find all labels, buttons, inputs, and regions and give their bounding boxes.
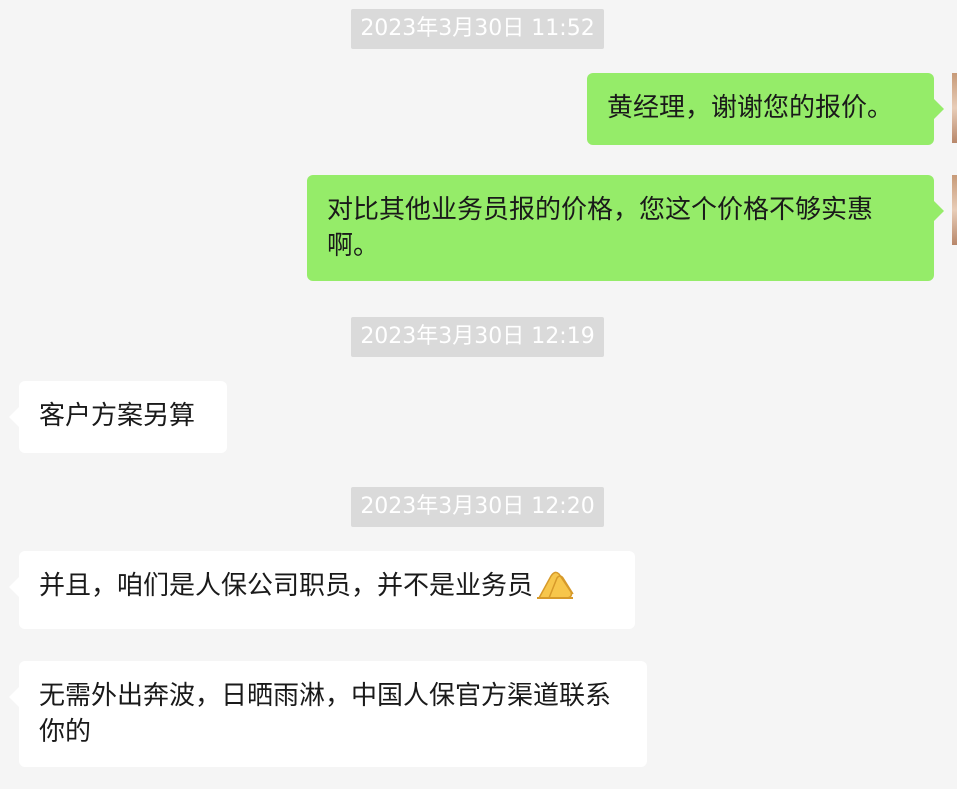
message-bubble-incoming[interactable]: 客户方案另算 [9, 381, 227, 453]
message-text: 无需外出奔波，日晒雨淋，中国人保官方渠道联系你的 [39, 681, 612, 747]
message-bubble-incoming[interactable]: 无需外出奔波，日晒雨淋，中国人保官方渠道联系你的 [9, 661, 647, 767]
message-bubble-incoming[interactable]: 并且，咱们是人保公司职员，并不是业务员 [9, 551, 635, 629]
message-text: 黄经理，谢谢您的报价。 [607, 93, 894, 123]
timestamp: 2023年3月30日 12:20 [351, 487, 604, 527]
avatar[interactable] [952, 73, 957, 143]
avatar[interactable] [952, 175, 957, 245]
message-text: 并且，咱们是人保公司职员，并不是业务员 [39, 571, 534, 601]
message-text: 客户方案另算 [39, 401, 196, 431]
timestamp: 2023年3月30日 11:52 [351, 9, 604, 49]
message-text: 对比其他业务员报的价格，您这个价格不够实惠啊。 [327, 195, 874, 261]
message-bubble-outgoing[interactable]: 对比其他业务员报的价格，您这个价格不够实惠啊。 [307, 175, 944, 281]
folded-hands-emoji-icon [535, 568, 575, 610]
message-bubble-outgoing[interactable]: 黄经理，谢谢您的报价。 [587, 73, 944, 145]
timestamp: 2023年3月30日 12:19 [351, 317, 604, 357]
